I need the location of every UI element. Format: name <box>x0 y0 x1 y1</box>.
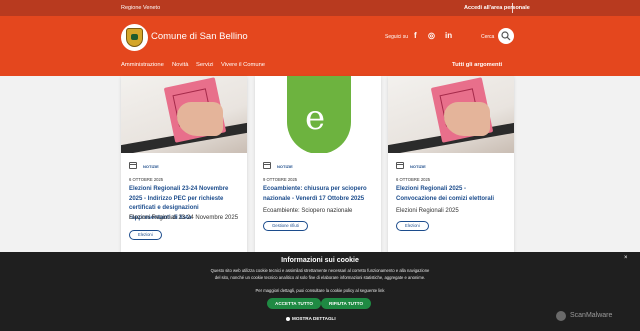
show-details-button[interactable]: MOSTRA DETTAGLI <box>292 316 336 321</box>
category-tag[interactable]: NOTIZIE <box>277 164 293 169</box>
category-tag[interactable]: NOTIZIE <box>410 164 426 169</box>
region-link[interactable]: Regione Veneto <box>121 5 160 11</box>
watermark: ScanMalware <box>570 312 613 319</box>
topic-pill[interactable]: Elezioni <box>129 230 162 240</box>
facebook-icon[interactable]: f <box>414 31 417 40</box>
search-icon <box>501 31 511 41</box>
site-title[interactable]: Comune di San Bellino <box>151 31 248 42</box>
search-button[interactable] <box>498 28 514 44</box>
news-description: Elezioni Regionali 23-24 Novembre 2025 <box>129 215 239 221</box>
topic-pill[interactable]: Gestione rifiuti <box>263 221 308 231</box>
category-tag[interactable]: NOTIZIE <box>143 164 159 169</box>
ecoambiente-logo-image: e <box>255 76 381 153</box>
nav-item-novita[interactable]: Novità <box>172 62 188 68</box>
news-date: 6 OTTOBRE 2025 <box>129 177 164 182</box>
follow-label: Seguici su <box>385 34 409 40</box>
gear-icon <box>286 317 290 321</box>
news-date: 6 OTTOBRE 2025 <box>396 177 431 182</box>
cookie-policy-link[interactable]: Per maggiori dettagli, puoi consultare l… <box>0 288 640 293</box>
scanmalware-logo-icon <box>556 311 566 321</box>
site-header: Comune di San Bellino Seguici su f ◎ in … <box>0 16 640 76</box>
ballot-photo <box>121 76 247 153</box>
personal-area-link[interactable]: Accedi all'area personale <box>464 5 530 11</box>
cookie-text: Questo sito web utilizza cookie tecnici … <box>210 268 430 280</box>
news-description: Elezioni Regionali 2025 <box>396 208 459 214</box>
topic-pill[interactable]: Elezioni <box>396 221 429 231</box>
reject-all-button[interactable]: RIFIUTA TUTTO <box>321 298 372 309</box>
news-card[interactable]: e NOTIZIE 9 OTTOBRE 2025 Ecoambiente: ch… <box>255 76 381 254</box>
nav-item-vivere-il-comune[interactable]: Vivere il Comune <box>221 62 265 68</box>
nav-item-amministrazione[interactable]: Amministrazione <box>121 62 164 68</box>
all-topics-link[interactable]: Tutti gli argomenti <box>452 62 502 68</box>
divider <box>512 3 513 13</box>
nav-item-servizi[interactable]: Servizi <box>196 62 213 68</box>
ballot-photo <box>388 76 514 153</box>
cookie-banner: × Informazioni sui cookie Questo sito we… <box>0 252 640 331</box>
accept-all-button[interactable]: ACCETTA TUTTO <box>267 298 321 309</box>
news-description: Ecoambiente: Sciopero nazionale <box>263 208 353 214</box>
search-label: Cerca <box>481 34 495 40</box>
municipality-logo[interactable] <box>121 24 148 51</box>
cookie-title: Informazioni sui cookie <box>281 257 359 264</box>
instagram-icon[interactable]: ◎ <box>428 31 435 40</box>
calendar-icon <box>396 162 404 169</box>
calendar-icon <box>129 162 137 169</box>
news-card[interactable]: NOTIZIE 6 OTTOBRE 2025 Elezioni Regional… <box>388 76 514 254</box>
news-title[interactable]: Ecoambiente: chiusura per sciopero nazio… <box>263 185 375 204</box>
news-card[interactable]: NOTIZIE 6 OTTOBRE 2025 Elezioni Regional… <box>121 76 247 254</box>
linkedin-icon[interactable]: in <box>445 31 452 40</box>
news-title[interactable]: Elezioni Regionali 2025 - Convocazione d… <box>396 185 508 204</box>
top-bar: Regione Veneto Accedi all'area personale <box>0 0 640 16</box>
calendar-icon <box>263 162 271 169</box>
news-date: 9 OTTOBRE 2025 <box>263 177 298 182</box>
